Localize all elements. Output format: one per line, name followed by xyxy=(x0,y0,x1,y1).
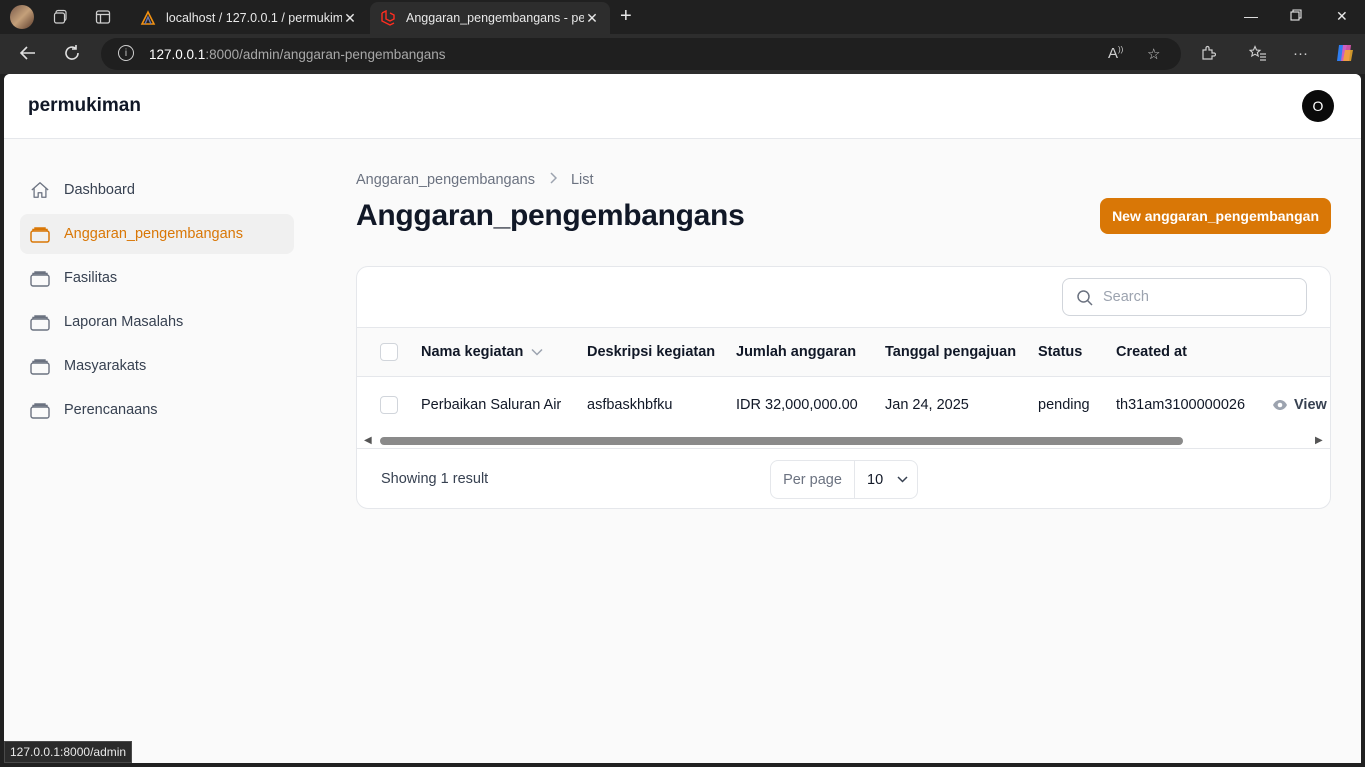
cell-status: pending xyxy=(1038,397,1090,413)
browser-tab-phpmyadmin[interactable]: localhost / 127.0.0.1 / permukiman ✕ xyxy=(130,2,368,34)
column-header-jumlah-anggaran: Jumlah anggaran xyxy=(736,344,857,360)
browser-tab-active[interactable]: Anggaran_pengembangans - permukiman ✕ xyxy=(370,2,610,34)
site-info-icon[interactable]: i xyxy=(118,45,134,61)
laravel-icon xyxy=(380,9,396,26)
sidebar: Dashboard Anggaran_pengembangans Fasilit… xyxy=(20,170,294,434)
view-label: View xyxy=(1294,397,1327,413)
sidebar-item-laporan-masalahs[interactable]: Laporan Masalahs xyxy=(20,302,294,342)
select-all-checkbox[interactable] xyxy=(380,328,398,376)
breadcrumb-link[interactable]: Anggaran_pengembangans xyxy=(356,172,535,188)
row-checkbox[interactable] xyxy=(380,377,398,433)
search-icon xyxy=(1076,289,1094,311)
collection-icon xyxy=(30,268,50,288)
scrollbar-thumb[interactable] xyxy=(380,437,1183,445)
sidebar-item-label: Dashboard xyxy=(64,182,135,198)
copilot-icon[interactable] xyxy=(1333,42,1355,68)
user-avatar[interactable]: O xyxy=(1302,90,1334,122)
column-header-nama-kegiatan[interactable]: Nama kegiatan xyxy=(421,328,543,376)
collection-icon xyxy=(30,356,50,376)
view-action-button[interactable]: View xyxy=(1272,377,1327,433)
restore-icon[interactable] xyxy=(1290,8,1302,24)
tab-actions-icon[interactable] xyxy=(92,6,114,28)
eye-icon xyxy=(1272,399,1288,411)
collection-icon xyxy=(30,312,50,332)
refresh-icon[interactable] xyxy=(62,43,82,68)
column-header-deskripsi-kegiatan: Deskripsi kegiatan xyxy=(587,344,716,360)
chevron-right-icon xyxy=(549,172,558,188)
tab-title: Anggaran_pengembangans - permukiman xyxy=(406,11,584,25)
cell-jumlah-anggaran: IDR 32,000,000.00 xyxy=(736,397,858,413)
close-tab-icon[interactable]: ✕ xyxy=(584,10,600,27)
sort-chevron-down-icon[interactable] xyxy=(531,344,543,360)
column-header-tanggal-pengajuan: Tanggal pengajuan xyxy=(885,344,1017,360)
browser-tab-bar: localhost / 127.0.0.1 / permukiman ✕ Ang… xyxy=(0,0,1365,34)
cell-nama-kegiatan: Perbaikan Saluran Air xyxy=(421,397,562,413)
column-label: Nama kegiatan xyxy=(421,344,524,360)
results-count: Showing 1 result xyxy=(381,471,489,487)
sidebar-item-fasilitas[interactable]: Fasilitas xyxy=(20,258,294,298)
column-header-status: Status xyxy=(1038,344,1083,360)
search-input[interactable]: Search xyxy=(1062,278,1307,316)
browser-toolbar: 127.0.0.1:8000/admin/anggaran-pengembang… xyxy=(0,34,1365,74)
column-header-created-at: Created at xyxy=(1116,344,1187,360)
sidebar-item-dashboard[interactable]: Dashboard xyxy=(20,170,294,210)
favorite-star-icon[interactable]: ☆ xyxy=(1147,45,1160,63)
table-card: Search Nama kegiatan Deskripsi kegiatan … xyxy=(356,266,1331,509)
main-content: Anggaran_pengembangans List Anggaran_pen… xyxy=(356,170,1331,509)
extensions-icon[interactable] xyxy=(1200,45,1217,65)
breadcrumb: Anggaran_pengembangans List xyxy=(356,170,1331,190)
back-icon[interactable] xyxy=(18,43,38,68)
per-page-value-wrap[interactable]: 10 xyxy=(855,472,908,488)
more-options-icon[interactable]: ··· xyxy=(1293,45,1308,62)
cell-tanggal-pengajuan: Jan 24, 2025 xyxy=(885,397,969,413)
window-bottom-edge xyxy=(0,763,1365,767)
sidebar-item-perencanaans[interactable]: Perencanaans xyxy=(20,390,294,430)
new-tab-icon[interactable]: + xyxy=(620,5,632,28)
url-path: :8000/admin/anggaran-pengembangans xyxy=(205,46,446,62)
chevron-down-icon xyxy=(897,476,908,483)
minimize-icon[interactable]: — xyxy=(1244,8,1258,24)
home-icon xyxy=(30,180,50,200)
sidebar-item-label: Perencanaans xyxy=(64,402,158,418)
cell-created-at: th31am3100000026 xyxy=(1116,397,1246,413)
horizontal-scrollbar[interactable]: ◀ ▶ xyxy=(357,433,1330,449)
app-topbar: permukiman O xyxy=(4,74,1361,139)
sidebar-item-anggaran-pengembangans[interactable]: Anggaran_pengembangans xyxy=(20,214,294,254)
cell-deskripsi-kegiatan: asfbaskhbfku xyxy=(587,397,673,413)
sidebar-item-masyarakats[interactable]: Masyarakats xyxy=(20,346,294,386)
breadcrumb-current: List xyxy=(570,172,594,188)
read-aloud-icon[interactable]: A)) xyxy=(1108,45,1123,62)
address-bar[interactable]: 127.0.0.1:8000/admin/anggaran-pengembang… xyxy=(101,38,1181,70)
collection-icon xyxy=(30,224,50,244)
scroll-left-icon[interactable]: ◀ xyxy=(364,435,372,446)
url-host: 127.0.0.1 xyxy=(149,46,206,62)
page: permukiman O Dashboard Anggaran_pengemba… xyxy=(4,74,1361,763)
browser-status-url: 127.0.0.1:8000/admin xyxy=(4,741,133,763)
brand-logo[interactable]: permukiman xyxy=(28,95,141,117)
phpmyadmin-icon xyxy=(140,10,156,26)
workspaces-icon[interactable] xyxy=(50,6,72,28)
search-placeholder: Search xyxy=(1103,289,1149,305)
new-record-button[interactable]: New anggaran_pengembangan xyxy=(1100,198,1331,234)
close-window-icon[interactable]: ✕ xyxy=(1336,8,1348,25)
scroll-right-icon[interactable]: ▶ xyxy=(1315,435,1323,446)
sidebar-item-label: Laporan Masalahs xyxy=(64,314,184,330)
collection-icon xyxy=(30,400,50,420)
per-page-label: Per page xyxy=(771,461,855,498)
favorites-icon[interactable] xyxy=(1248,45,1267,65)
sidebar-item-label: Anggaran_pengembangans xyxy=(64,226,243,242)
close-tab-icon[interactable]: ✕ xyxy=(342,10,358,27)
table-header: Nama kegiatan Deskripsi kegiatan Jumlah … xyxy=(357,327,1330,377)
sidebar-item-label: Fasilitas xyxy=(64,270,118,286)
browser-profile-avatar[interactable] xyxy=(10,5,34,29)
per-page-value: 10 xyxy=(867,471,884,488)
per-page-select[interactable]: Per page 10 xyxy=(770,460,918,499)
tab-title: localhost / 127.0.0.1 / permukiman xyxy=(166,11,342,25)
sidebar-item-label: Masyarakats xyxy=(64,358,147,374)
table-row[interactable]: Perbaikan Saluran Air asfbaskhbfku IDR 3… xyxy=(357,377,1330,433)
